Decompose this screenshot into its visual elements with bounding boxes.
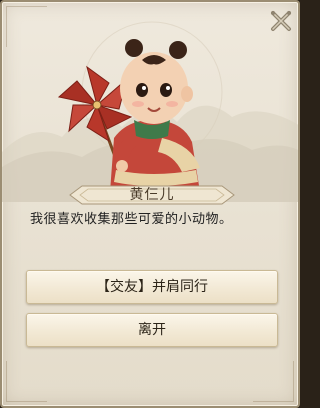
corner-ornament	[6, 361, 47, 402]
leave-option-button[interactable]: 离开	[26, 313, 278, 347]
corner-ornament	[253, 361, 294, 402]
befriend-option-button[interactable]: 【交友】并肩同行	[26, 270, 278, 304]
pinwheel-icon	[57, 65, 133, 143]
npc-portrait	[57, 39, 200, 192]
npc-name-plate: 黄仨儿	[68, 184, 236, 206]
close-button[interactable]	[268, 8, 294, 34]
npc-dialog-text: 我很喜欢收集那些可爱的小动物。	[30, 212, 233, 227]
npc-name: 黄仨儿	[129, 187, 175, 203]
npc-dialog-panel: 黄仨儿 我很喜欢收集那些可爱的小动物。 【交友】并肩同行 离开	[0, 0, 300, 408]
close-x-icon	[271, 11, 291, 31]
